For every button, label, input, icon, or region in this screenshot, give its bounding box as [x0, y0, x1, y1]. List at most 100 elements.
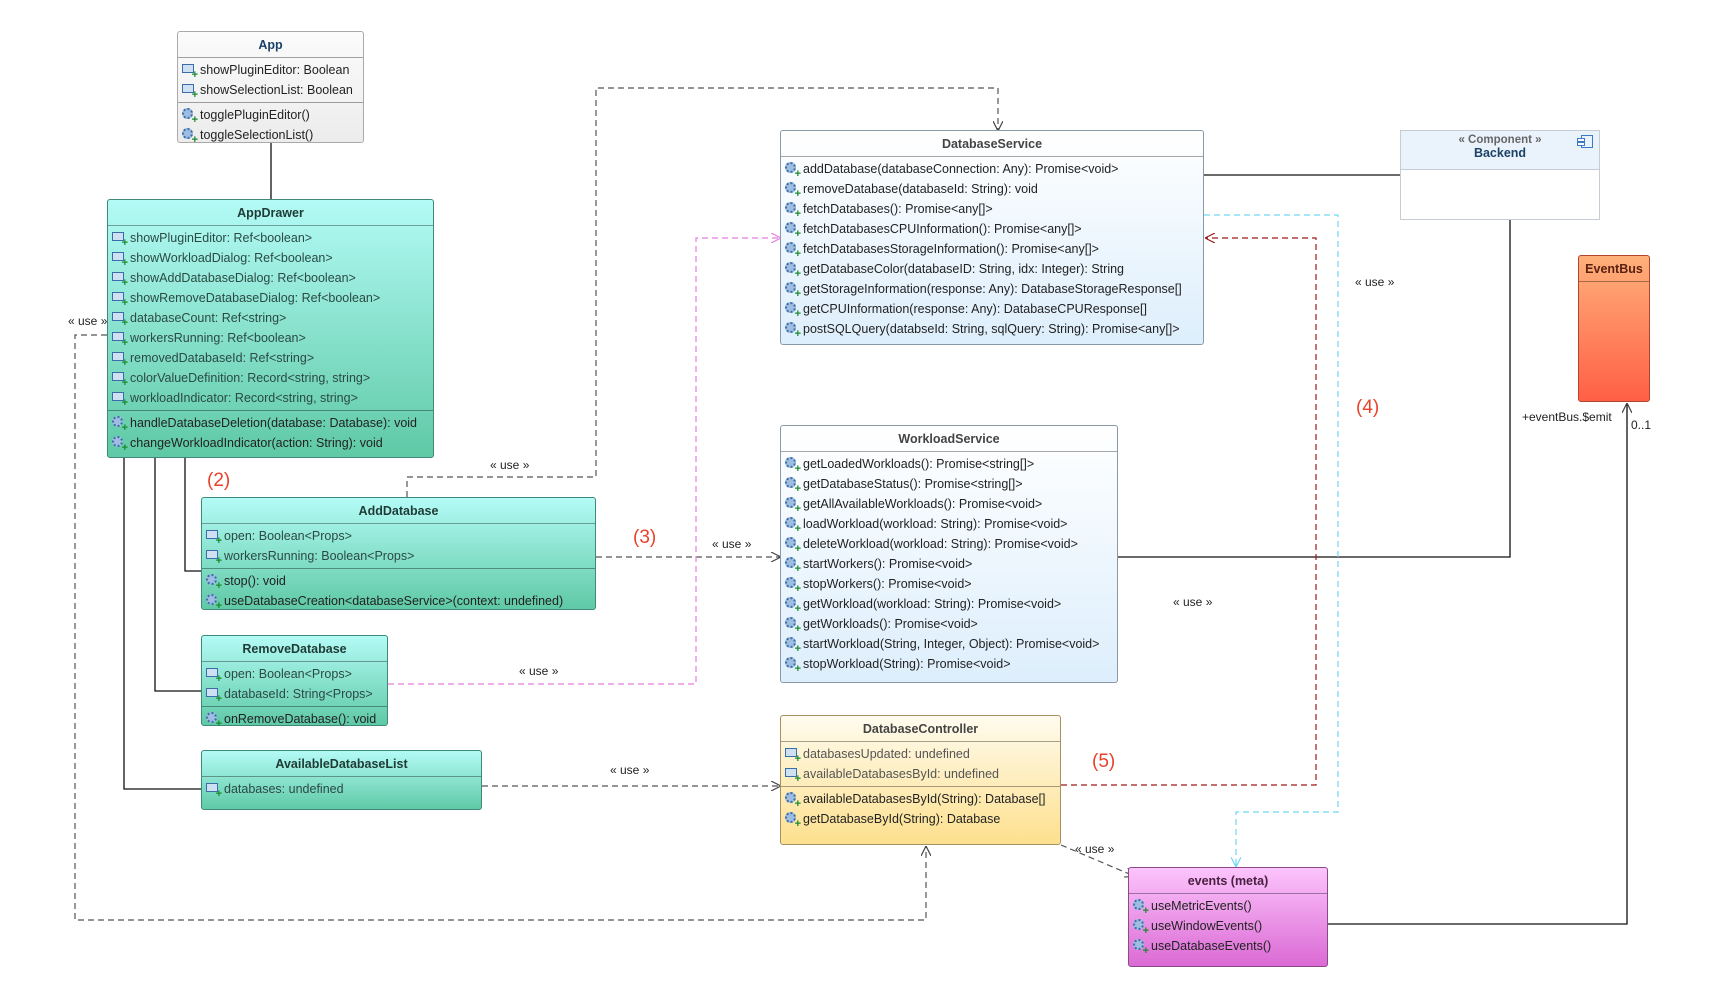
class-adddatabase[interactable]: AddDatabase open: Boolean<Props> workersRu… — [201, 497, 596, 613]
public-operation-gear-icon — [206, 712, 222, 730]
public-operation-gear-icon — [112, 416, 128, 434]
attribute-row: showPluginEditor: Boolean — [178, 60, 363, 81]
class-events[interactable]: events (meta) useMetricEvents() useWindowE… — [1128, 867, 1328, 967]
component-header: « Component » Backend — [1401, 131, 1599, 170]
class-name: WorkloadService — [781, 426, 1117, 452]
public-attribute-icon — [112, 311, 128, 329]
operation-text: fetchDatabasesCPUInformation(): Promise<… — [803, 222, 1082, 236]
use-label-dbservice-events: « use » — [1355, 275, 1395, 289]
operation-text: getLoadedWorkloads(): Promise<string[]> — [803, 457, 1035, 471]
public-operation-gear-icon — [785, 597, 801, 615]
operation-row: getDatabaseStatus(): Promise<string[]> — [781, 474, 1117, 495]
operations-section: availableDatabasesById(String): Database… — [781, 786, 1060, 831]
class-removedatabase[interactable]: RemoveDatabase open: Boolean<Props> databa… — [201, 635, 388, 730]
class-databaseservice[interactable]: DatabaseService addDatabase(databaseConne… — [780, 130, 1204, 345]
emit-label: +eventBus.$emit — [1522, 410, 1612, 424]
public-operation-gear-icon — [1133, 899, 1149, 917]
public-attribute-icon — [785, 767, 801, 785]
attribute-text: open: Boolean<Props> — [224, 529, 352, 543]
public-operation-gear-icon — [785, 537, 801, 555]
operation-row: stopWorkers(): Promise<void> — [781, 574, 1117, 595]
public-operation-gear-icon — [785, 322, 801, 340]
operation-text: getDatabaseStatus(): Promise<string[]> — [803, 477, 1023, 491]
attribute-row: removedDatabaseId: Ref<string> — [108, 348, 433, 369]
public-operation-gear-icon — [182, 108, 198, 126]
attribute-row: showSelectionList: Boolean — [178, 80, 363, 101]
attributes-section: showPluginEditor: Boolean showSelectionLi… — [178, 58, 363, 102]
operation-row: loadWorkload(workload: String): Promise<… — [781, 514, 1117, 535]
class-name: AvailableDatabaseList — [202, 751, 481, 777]
component-backend[interactable]: « Component » Backend — [1400, 130, 1600, 220]
public-operation-gear-icon — [1133, 939, 1149, 957]
attribute-text: showRemoveDatabaseDialog: Ref<boolean> — [130, 291, 381, 305]
operation-text: useMetricEvents() — [1151, 899, 1252, 913]
public-operation-gear-icon — [785, 202, 801, 220]
public-attribute-icon — [112, 251, 128, 269]
public-operation-gear-icon — [785, 162, 801, 180]
class-app[interactable]: App showPluginEditor: Boolean showSelectio… — [177, 31, 364, 146]
attribute-text: databases: undefined — [224, 782, 344, 796]
operation-text: togglePluginEditor() — [200, 108, 310, 122]
operations-section: stop(): void useDatabaseCreation<database… — [202, 568, 595, 613]
annotation-2: (2) — [207, 470, 231, 491]
attribute-text: databaseId: String<Props> — [224, 687, 373, 701]
public-attribute-icon — [112, 231, 128, 249]
class-name: RemoveDatabase — [202, 636, 387, 662]
operation-row: useWindowEvents() — [1129, 916, 1327, 937]
operation-text: getDatabaseById(String): Database — [803, 812, 1001, 826]
assoc-appdrawer-availablelist — [123, 458, 201, 790]
attribute-text: showPluginEditor: Boolean — [200, 63, 350, 77]
public-operation-gear-icon — [785, 282, 801, 300]
attribute-text: showSelectionList: Boolean — [200, 83, 353, 97]
public-operation-gear-icon — [785, 262, 801, 280]
class-name: EventBus — [1579, 256, 1649, 282]
class-name: AddDatabase — [202, 498, 595, 524]
operation-row: deleteWorkload(workload: String): Promis… — [781, 534, 1117, 555]
class-name: DatabaseController — [781, 716, 1060, 742]
attribute-row: open: Boolean<Props> — [202, 664, 387, 685]
use-label-adddatabase-workload: « use » — [712, 537, 752, 551]
operation-text: removeDatabase(databaseId: String): void — [803, 182, 1038, 196]
operation-text: getDatabaseColor(databaseID: String, idx… — [803, 262, 1125, 276]
use-label-availablelist-controller: « use » — [610, 763, 650, 777]
public-operation-gear-icon — [206, 574, 222, 592]
attribute-row: showRemoveDatabaseDialog: Ref<boolean> — [108, 288, 433, 309]
operation-text: loadWorkload(workload: String): Promise<… — [803, 517, 1068, 531]
class-workloadservice[interactable]: WorkloadServicegetLoadedWorkloads(): Pro… — [780, 425, 1118, 683]
operation-row: useDatabaseCreation<databaseService>(con… — [202, 591, 595, 612]
public-attribute-icon — [785, 747, 801, 765]
operation-row: getCPUInformation(response: Any): Databa… — [781, 299, 1203, 320]
operation-row: postSQLQuery(databseId: String, sqlQuery… — [781, 319, 1203, 340]
operation-text: stop(): void — [224, 574, 286, 588]
attributes-section: open: Boolean<Props> workersRunning: Bool… — [202, 524, 595, 568]
attribute-row: databaseCount: Ref<string> — [108, 308, 433, 329]
operation-text: useDatabaseEvents() — [1151, 939, 1272, 953]
class-eventbus[interactable]: EventBus — [1578, 255, 1650, 402]
dep-dbservice-events — [1204, 214, 1339, 866]
class-availabledatabaselist[interactable]: AvailableDatabaseList databases: undefine… — [201, 750, 482, 810]
operations-section: handleDatabaseDeletion(database: Databas… — [108, 410, 433, 455]
operation-row: getLoadedWorkloads(): Promise<string[]> — [781, 454, 1117, 475]
attribute-text: colorValueDefinition: Record<string, str… — [130, 371, 371, 385]
public-attribute-icon — [206, 687, 222, 705]
operation-row: getAllAvailableWorkloads(): Promise<void… — [781, 494, 1117, 515]
operation-text: getAllAvailableWorkloads(): Promise<void… — [803, 497, 1043, 511]
public-operation-gear-icon — [785, 517, 801, 535]
operation-row: addDatabase(databaseConnection: Any): Pr… — [781, 159, 1203, 180]
attribute-text: showWorkloadDialog: Ref<boolean> — [130, 251, 333, 265]
operation-text: changeWorkloadIndicator(action: String):… — [130, 436, 383, 450]
public-attribute-icon — [206, 529, 222, 547]
class-appdrawer[interactable]: AppDrawershowPluginEditor: Ref<boolean>s… — [107, 199, 434, 458]
attribute-row: workloadIndicator: Record<string, string… — [108, 388, 433, 409]
operation-text: startWorkload(String, Integer, Object): … — [803, 637, 1100, 651]
annotation-4: (4) — [1356, 397, 1380, 418]
operations-section: getLoadedWorkloads(): Promise<string[]> g… — [781, 452, 1117, 676]
class-name: AppDrawer — [108, 200, 433, 226]
class-databasecontroller[interactable]: DatabaseController databasesUpdated: unde… — [780, 715, 1061, 845]
attribute-text: databasesUpdated: undefined — [803, 747, 970, 761]
public-operation-gear-icon — [785, 302, 801, 320]
attribute-row: databases: undefined — [202, 779, 481, 800]
public-operation-gear-icon — [785, 477, 801, 495]
operation-row: togglePluginEditor() — [178, 105, 363, 126]
operation-text: getCPUInformation(response: Any): Databa… — [803, 302, 1147, 316]
